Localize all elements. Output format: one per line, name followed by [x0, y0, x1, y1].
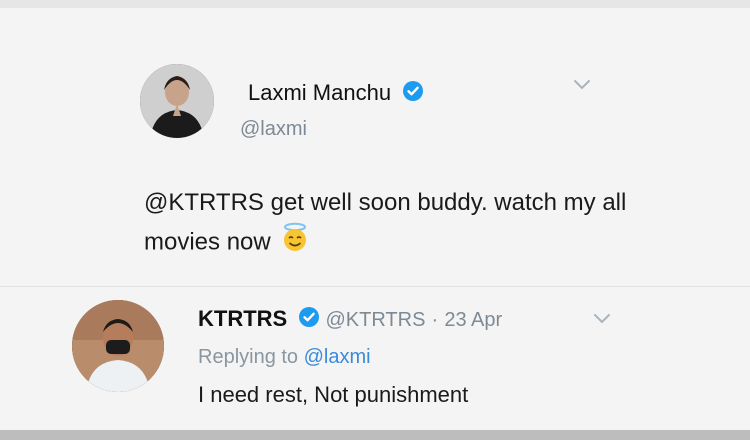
tweet-date[interactable]: 23 Apr — [444, 309, 502, 331]
author-name-text[interactable]: Laxmi Manchu — [248, 80, 391, 105]
author-handle[interactable]: @laxmi — [240, 118, 307, 141]
verified-icon — [299, 307, 320, 333]
reply-text: I need rest, Not punishment — [198, 382, 469, 407]
bottom-strip — [0, 430, 750, 440]
replying-to-handle[interactable]: @laxmi — [304, 346, 371, 368]
top-bar — [0, 0, 750, 8]
tweet-ktrtrs[interactable]: KTRTRS @KTRTRS · 23 Apr Replying to @lax… — [0, 290, 750, 430]
reply-author-name-text[interactable]: KTRTRS — [198, 306, 287, 331]
verified-icon — [403, 81, 424, 107]
tweet-text: @KTRTRS get well soon buddy. watch my al… — [144, 184, 664, 264]
chevron-down-icon[interactable] — [572, 78, 592, 92]
author-name[interactable]: Laxmi Manchu — [248, 80, 424, 107]
smiling-face-with-halo-icon — [281, 222, 309, 264]
divider — [0, 286, 750, 287]
separator-dot: · — [431, 309, 439, 331]
tweet-text-content: @KTRTRS get well soon buddy. watch my al… — [144, 189, 627, 256]
tweet-laxmi[interactable]: Laxmi Manchu @laxmi @KTRTRS get well soo… — [0, 44, 750, 274]
replying-to: Replying to @laxmi — [198, 346, 371, 369]
chevron-down-icon[interactable] — [592, 312, 612, 326]
avatar[interactable] — [140, 64, 214, 138]
reply-author-handle[interactable]: @KTRTRS — [325, 309, 425, 331]
avatar[interactable] — [72, 300, 164, 392]
replying-to-label: Replying to — [198, 346, 299, 368]
reply-author-name[interactable]: KTRTRS @KTRTRS · 23 Apr — [198, 306, 502, 333]
